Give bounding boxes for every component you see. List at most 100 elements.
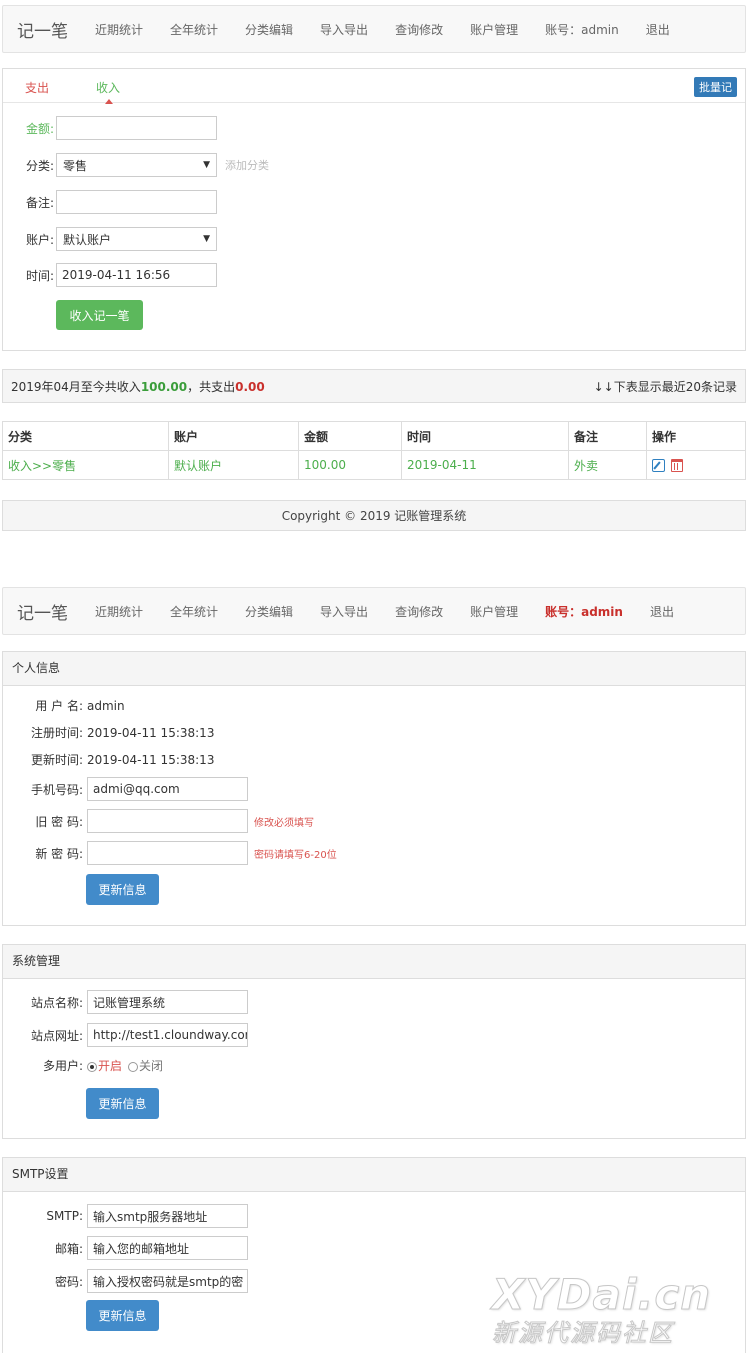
- income-submit-button[interactable]: 收入记一笔: [56, 300, 143, 330]
- brand-logo[interactable]: 记一笔: [17, 17, 68, 42]
- time-row: 时间: 2019-04-11 16:56: [18, 263, 217, 287]
- time-input[interactable]: 2019-04-11 16:56: [56, 263, 217, 287]
- summary-prefix: 2019年04月至今共收入: [11, 379, 141, 394]
- old-password-input[interactable]: [87, 809, 248, 833]
- add-category-link[interactable]: 添加分类: [225, 157, 269, 173]
- site-url-input[interactable]: http://test1.cloundway.com: [87, 1023, 248, 1047]
- nav-recent-stats[interactable]: 近期统计: [94, 603, 143, 620]
- account-label: 账户:: [25, 232, 54, 247]
- smtp-password-label: 密码:: [54, 1274, 83, 1289]
- new-password-input[interactable]: [87, 841, 248, 865]
- records-table: 分类 账户 金额 时间 备注 操作 收入>>零售 默认账户 100.00 201…: [2, 421, 746, 480]
- smtp-server-input[interactable]: 输入smtp服务器地址: [87, 1204, 248, 1228]
- nav-account-manage[interactable]: 账户管理: [469, 603, 518, 620]
- category-select[interactable]: 零售 ▼: [56, 153, 217, 177]
- profile-update-button[interactable]: 更新信息: [86, 874, 159, 905]
- top-navbar-2: 记一笔 近期统计 全年统计 分类编辑 导入导出 查询修改 账户管理 账号：adm…: [2, 587, 746, 635]
- radio-checked-icon[interactable]: [87, 1061, 97, 1072]
- system-panel: 系统管理 站点名称: 记账管理系统 站点网址: http://test1.clo…: [2, 944, 746, 1139]
- category-select-value: 零售: [63, 158, 88, 173]
- smtp-password-input[interactable]: 输入授权密码就是smtp的密: [87, 1269, 248, 1293]
- upd-time-label: 更新时间:: [30, 753, 83, 767]
- summary-bar: 2019年04月至今共收入100.00，共支出0.00 ↓↓下表显示最近20条记…: [2, 369, 746, 403]
- old-password-row: 旧 密 码: 修改必须填写: [13, 809, 314, 833]
- account-select[interactable]: 默认账户 ▼: [56, 227, 217, 251]
- phone-row: 手机号码: admi@qq.com: [13, 777, 248, 801]
- multi-user-off-label: 关闭: [139, 1059, 164, 1073]
- smtp-mail-label: 邮箱:: [54, 1241, 83, 1256]
- smtp-mail-input[interactable]: 输入您的邮箱地址: [87, 1236, 248, 1260]
- record-panel: 支出 收入 批量记 金额: 分类: 零售 ▼ 添加分类 备注: 账户: 默认账户…: [2, 68, 746, 351]
- trash-icon[interactable]: [671, 459, 683, 472]
- site-url-label: 站点网址:: [30, 1028, 83, 1043]
- nav-logout[interactable]: 退出: [645, 21, 670, 38]
- brand-logo[interactable]: 记一笔: [17, 599, 68, 624]
- phone-label: 手机号码:: [30, 782, 83, 797]
- nav-category-edit[interactable]: 分类编辑: [244, 21, 293, 38]
- account-select-value: 默认账户: [63, 232, 112, 247]
- summary-expense: 0.00: [235, 379, 265, 394]
- username-row: 用 户 名: admin: [13, 697, 124, 714]
- radio-unchecked-icon[interactable]: [128, 1061, 139, 1072]
- nav-query-edit[interactable]: 查询修改: [394, 603, 443, 620]
- nav-user-account-active[interactable]: 账号：admin: [544, 603, 623, 620]
- record-tabs: 支出 收入 批量记: [3, 69, 745, 104]
- nav-import-export[interactable]: 导入导出: [319, 21, 368, 38]
- smtp-server-label: SMTP:: [46, 1209, 83, 1223]
- col-amount: 金额: [298, 421, 402, 451]
- category-label: 分类:: [25, 158, 54, 173]
- system-update-button[interactable]: 更新信息: [86, 1088, 159, 1119]
- profile-panel: 个人信息 用 户 名: admin 注册时间: 2019-04-11 15:38…: [2, 651, 746, 926]
- nav-recent-stats[interactable]: 近期统计: [94, 21, 143, 38]
- amount-row: 金额:: [18, 116, 217, 140]
- smtp-password-row: 密码: 输入授权密码就是smtp的密: [13, 1269, 248, 1293]
- footer: Copyright © 2019 记账管理系统: [2, 500, 746, 531]
- multi-user-row: 多用户: 开启 关闭: [13, 1057, 163, 1074]
- multi-user-on-option[interactable]: 开启: [87, 1057, 122, 1074]
- nav-user-account[interactable]: 账号：admin: [544, 21, 619, 38]
- nav-category-edit[interactable]: 分类编辑: [244, 603, 293, 620]
- cell-account: 默认账户: [168, 450, 299, 480]
- nav-logout[interactable]: 退出: [649, 603, 674, 620]
- chevron-down-icon: ▼: [203, 160, 210, 170]
- cell-note: 外卖: [568, 450, 647, 480]
- nav-query-edit[interactable]: 查询修改: [394, 21, 443, 38]
- cell-time: 2019-04-11: [401, 450, 569, 480]
- nav-year-stats[interactable]: 全年统计: [169, 21, 218, 38]
- site-url-row: 站点网址: http://test1.cloundway.com: [13, 1023, 248, 1047]
- edit-icon[interactable]: [652, 459, 665, 472]
- col-category: 分类: [2, 421, 169, 451]
- tab-income[interactable]: 收入: [96, 79, 120, 104]
- smtp-server-row: SMTP: 输入smtp服务器地址: [13, 1204, 248, 1228]
- smtp-heading: SMTP设置: [3, 1158, 745, 1192]
- tab-expense[interactable]: 支出: [25, 79, 49, 96]
- site-name-row: 站点名称: 记账管理系统: [13, 990, 248, 1014]
- smtp-update-button[interactable]: 更新信息: [86, 1300, 159, 1331]
- note-input[interactable]: [56, 190, 217, 214]
- multi-user-on-label: 开启: [98, 1059, 123, 1073]
- amount-input[interactable]: [56, 116, 217, 140]
- chevron-down-icon: ▼: [203, 234, 210, 244]
- multi-user-label: 多用户:: [42, 1059, 83, 1073]
- nav-year-stats[interactable]: 全年统计: [169, 603, 218, 620]
- note-row: 备注:: [18, 190, 217, 214]
- col-account: 账户: [168, 421, 299, 451]
- multi-user-off-option[interactable]: 关闭: [128, 1057, 163, 1074]
- table-row: 收入>>零售 默认账户 100.00 2019-04-11 外卖: [2, 450, 746, 480]
- category-row: 分类: 零售 ▼ 添加分类: [18, 153, 269, 177]
- username-label: 用 户 名:: [35, 699, 83, 713]
- site-name-input[interactable]: 记账管理系统: [87, 990, 248, 1014]
- phone-input[interactable]: admi@qq.com: [87, 777, 248, 801]
- nav-import-export[interactable]: 导入导出: [319, 603, 368, 620]
- summary-middle: ，共支出: [187, 379, 236, 394]
- nav-account-manage[interactable]: 账户管理: [469, 21, 518, 38]
- reg-time-label: 注册时间:: [30, 726, 83, 740]
- new-password-label: 新 密 码:: [35, 846, 83, 861]
- old-password-label: 旧 密 码:: [35, 814, 83, 829]
- new-password-row: 新 密 码: 密码请填写6-20位: [13, 841, 337, 865]
- batch-record-button[interactable]: 批量记: [694, 77, 737, 97]
- col-actions: 操作: [646, 421, 746, 451]
- upd-time-row: 更新时间: 2019-04-11 15:38:13: [13, 751, 215, 768]
- system-heading: 系统管理: [3, 945, 745, 979]
- upd-time-value: 2019-04-11 15:38:13: [87, 752, 215, 767]
